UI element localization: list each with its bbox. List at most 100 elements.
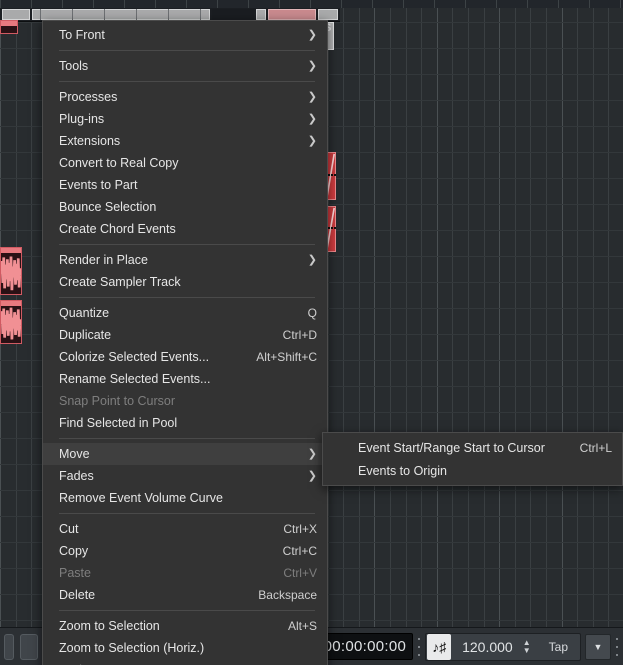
time-display-menu-icon[interactable]: [417, 637, 421, 656]
transport-overflow-menu-icon[interactable]: [615, 637, 619, 656]
tempo-dropdown-button[interactable]: ▼: [585, 633, 611, 660]
menu-item-shortcut: Alt+Shift+C: [256, 350, 317, 364]
app-root: S 00:00:00:00 ♪♯ 120.000 ▲ ▼ Tap ▼: [0, 0, 623, 665]
menu-item-shortcut: Ctrl+L: [579, 440, 612, 455]
menu-item-duplicate[interactable]: Duplicate Ctrl+D: [43, 324, 327, 346]
clip-dots: [328, 227, 336, 230]
menu-item-label: Snap Point to Cursor: [59, 394, 176, 408]
menu-item-copy[interactable]: Copy Ctrl+C: [43, 540, 327, 562]
menu-item-delete[interactable]: Delete Backspace: [43, 584, 327, 606]
menu-item-label: Plug-ins: [59, 112, 105, 126]
menu-item-move[interactable]: Move ❯: [43, 443, 327, 465]
menu-item-plug-ins[interactable]: Plug-ins ❯: [43, 108, 327, 130]
transport-button-1[interactable]: [4, 633, 14, 660]
chevron-right-icon: ❯: [307, 134, 317, 147]
menu-item-label: Delete: [59, 588, 96, 602]
menu-item-shortcut: Alt+S: [287, 619, 317, 633]
move-submenu[interactable]: Event Start/Range Start to Cursor Ctrl+L E…: [322, 432, 623, 486]
menu-item-label: Colorize Selected Events...: [59, 350, 210, 364]
tap-tempo-button[interactable]: Tap: [537, 634, 580, 660]
menu-item-shortcut: Ctrl+C: [282, 544, 317, 558]
menu-separator: [59, 438, 315, 439]
menu-item-undo-zoom: Undo Zoom: [43, 659, 327, 665]
menu-item-zoom-to-selection[interactable]: Zoom to Selection Alt+S: [43, 615, 327, 637]
chevron-right-icon: ❯: [307, 59, 317, 72]
menu-item-label: Events to Origin: [358, 463, 447, 478]
submenu-item-events-to-origin[interactable]: Events to Origin: [323, 459, 622, 482]
menu-item-shortcut: Backspace: [258, 588, 317, 602]
waveform-icon: [1, 256, 21, 290]
menu-item-label: Create Chord Events: [59, 222, 176, 236]
ruler-tick-strip[interactable]: [0, 0, 623, 8]
menu-item-label: Cut: [59, 522, 79, 536]
menu-item-label: Tools: [59, 59, 89, 73]
clip-dots: [328, 174, 336, 177]
menu-item-quantize[interactable]: Quantize Q: [43, 302, 327, 324]
chevron-right-icon: ❯: [307, 90, 317, 103]
menu-item-rename-selected-events[interactable]: Rename Selected Events...: [43, 368, 327, 390]
tempo-group: ♪♯ 120.000 ▲ ▼ Tap: [425, 632, 581, 661]
menu-item-label: Move: [59, 447, 90, 461]
menu-item-label: Convert to Real Copy: [59, 156, 179, 170]
menu-item-shortcut: Ctrl+D: [282, 328, 317, 342]
transport-button-2[interactable]: [20, 633, 38, 660]
menu-item-label: Zoom to Selection: [59, 619, 160, 633]
menu-item-label: Remove Event Volume Curve: [59, 491, 223, 505]
menu-item-processes[interactable]: Processes ❯: [43, 86, 327, 108]
chevron-right-icon: ❯: [307, 112, 317, 125]
menu-separator: [59, 610, 315, 611]
menu-item-label: To Front: [59, 28, 105, 42]
menu-separator: [59, 81, 315, 82]
menu-item-remove-event-volume-curve[interactable]: Remove Event Volume Curve: [43, 487, 327, 509]
tempo-spinner[interactable]: ▲ ▼: [523, 639, 537, 655]
menu-item-cut[interactable]: Cut Ctrl+X: [43, 518, 327, 540]
menu-item-label: Extensions: [59, 134, 121, 148]
menu-separator: [59, 50, 315, 51]
menu-item-zoom-to-selection-horiz[interactable]: Zoom to Selection (Horiz.): [43, 637, 327, 659]
menu-item-convert-to-real-copy[interactable]: Convert to Real Copy: [43, 152, 327, 174]
event-context-menu[interactable]: To Front ❯ Tools ❯ Processes ❯ Plug-ins ❯ Extens…: [42, 20, 328, 665]
tempo-spinner-up[interactable]: ▲: [523, 639, 531, 647]
menu-item-find-selected-in-pool[interactable]: Find Selected in Pool: [43, 412, 327, 434]
chevron-right-icon: ❯: [307, 253, 317, 266]
menu-item-label: Render in Place: [59, 253, 148, 267]
tempo-value[interactable]: 120.000: [452, 639, 523, 655]
menu-item-label: Duplicate: [59, 328, 112, 342]
menu-item-shortcut: Ctrl+V: [283, 566, 317, 580]
chevron-right-icon: ❯: [307, 28, 317, 41]
menu-item-label: Processes: [59, 90, 118, 104]
menu-item-fades[interactable]: Fades ❯: [43, 465, 327, 487]
menu-item-extensions[interactable]: Extensions ❯: [43, 130, 327, 152]
menu-item-bounce-selection[interactable]: Bounce Selection: [43, 196, 327, 218]
menu-item-create-chord-events[interactable]: Create Chord Events: [43, 218, 327, 240]
menu-item-create-sampler-track[interactable]: Create Sampler Track: [43, 271, 327, 293]
menu-item-label: Quantize: [59, 306, 110, 320]
submenu-item-event-start-range-start-to-cursor[interactable]: Event Start/Range Start to Cursor Ctrl+L: [323, 436, 622, 459]
menu-item-snap-point-to-cursor: Snap Point to Cursor: [43, 390, 327, 412]
audio-event-clip[interactable]: [0, 247, 22, 295]
menu-item-label: Event Start/Range Start to Cursor: [358, 440, 545, 455]
menu-item-tools[interactable]: Tools ❯: [43, 55, 327, 77]
menu-item-colorize-selected-events[interactable]: Colorize Selected Events... Alt+Shift+C: [43, 346, 327, 368]
menu-separator: [59, 297, 315, 298]
menu-item-to-front[interactable]: To Front ❯: [43, 24, 327, 46]
menu-item-label: Bounce Selection: [59, 200, 157, 214]
menu-item-label: Events to Part: [59, 178, 138, 192]
menu-item-paste: Paste Ctrl+V: [43, 562, 327, 584]
menu-item-shortcut: Q: [307, 306, 317, 320]
menu-item-render-in-place[interactable]: Render in Place ❯: [43, 249, 327, 271]
menu-item-label: Fades: [59, 469, 94, 483]
chevron-right-icon: ❯: [307, 469, 317, 482]
menu-separator: [59, 513, 315, 514]
menu-item-shortcut: Ctrl+X: [283, 522, 317, 536]
tempo-note-icon[interactable]: ♪♯: [427, 633, 452, 660]
menu-separator: [59, 244, 315, 245]
audio-event-clip[interactable]: [0, 300, 22, 344]
chevron-right-icon: ❯: [307, 447, 317, 460]
audio-event-clip[interactable]: [0, 20, 18, 34]
menu-item-label: Paste: [59, 566, 91, 580]
tempo-spinner-down[interactable]: ▼: [523, 647, 531, 655]
menu-item-events-to-part[interactable]: Events to Part: [43, 174, 327, 196]
menu-item-label: Copy: [59, 544, 89, 558]
menu-item-label: Find Selected in Pool: [59, 416, 178, 430]
